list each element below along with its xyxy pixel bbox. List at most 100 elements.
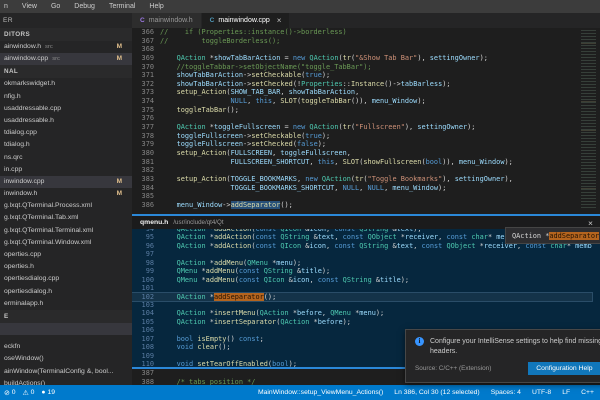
sidebar-item[interactable]: okmarkswidget.h <box>0 78 132 90</box>
explorer-sidebar[interactable]: ER DITORSainwindow.hsrcMainwindow.cppsrc… <box>0 13 132 386</box>
code-line-385[interactable]: 385 <box>132 192 579 201</box>
sidebar-item[interactable]: opertiesdialog.cpp <box>0 273 132 285</box>
sidebar-item[interactable]: g.lxqt.QTerminal.Terminal.xml <box>0 225 132 237</box>
code-line-99[interactable]: 99 QMenu *addMenu(const QString &title); <box>132 267 592 275</box>
sidebar-item[interactable]: g.lxqt.QTerminal.Window.xml <box>0 237 132 249</box>
code-line-371[interactable]: 371 showTabBarAction->setCheckable(true)… <box>132 71 579 80</box>
code-text: // toggleBorderless(); <box>160 37 579 46</box>
tab-mainwindow-h[interactable]: Cmainwindow.h <box>132 13 202 28</box>
status-warnings[interactable]: ⚠0 <box>22 389 34 397</box>
line-number: 372 <box>132 80 160 89</box>
status-errors[interactable]: ⊘0 <box>4 389 15 397</box>
code-line-370[interactable]: 370 //toggleTabbar->setObjectName("toggl… <box>132 63 579 72</box>
menu-item-terminal[interactable]: Terminal <box>109 3 135 10</box>
sidebar-item[interactable]: inwindow.cppM <box>0 176 132 188</box>
line-number: 108 <box>132 343 160 351</box>
code-text: //toggleTabbar->setObjectName("toggle_Ta… <box>160 63 579 72</box>
sidebar-item[interactable]: operties.cpp <box>0 249 132 261</box>
menu-item-n[interactable]: n <box>4 3 8 10</box>
peek-file-path: /usr/include/qt4/Qt <box>173 219 223 226</box>
code-line-102[interactable]: 102 QAction *addSeparator(); <box>132 293 592 301</box>
sidebar-item[interactable]: operties.h <box>0 261 132 273</box>
code-text: NULL, this, SLOT(toggleTabBar()), menu_W… <box>160 97 579 106</box>
code-line-381[interactable]: 381 FULLSCREEN_SHORTCUT, this, SLOT(show… <box>132 158 579 167</box>
sidebar-section-header[interactable]: DITORS <box>0 28 132 41</box>
status-right-item-4[interactable]: LF <box>562 389 570 396</box>
code-line-367[interactable]: 367// toggleBorderless(); <box>132 37 579 46</box>
line-number: 373 <box>132 88 160 97</box>
code-line-101[interactable]: 101 <box>132 284 592 292</box>
status-right-item-1[interactable]: Ln 386, Col 30 (12 selected) <box>394 389 479 396</box>
code-line-379[interactable]: 379 toggleFullscreen->setChecked(false); <box>132 140 579 149</box>
line-number: 106 <box>132 326 160 334</box>
status-right-item-0[interactable]: MainWindow::setup_ViewMenu_Actions() <box>258 389 383 396</box>
sidebar-item[interactable]: in.cpp <box>0 164 132 176</box>
code-line-98[interactable]: 98 QAction *addMenu(QMenu *menu); <box>132 259 592 267</box>
line-number: 380 <box>132 149 160 158</box>
code-line-105[interactable]: 105 QAction *insertSeparator(QAction *be… <box>132 318 592 326</box>
sidebar-section-header[interactable]: E <box>0 310 132 323</box>
sidebar-item[interactable] <box>0 323 132 335</box>
code-text <box>160 192 579 201</box>
notification-toast[interactable]: i Configure your IntelliSense settings t… <box>405 329 600 383</box>
sidebar-item[interactable]: usaddressable.cpp <box>0 103 132 115</box>
code-line-386[interactable]: 386 menu_Window->addSeparator(); <box>132 201 579 210</box>
menu-item-go[interactable]: Go <box>51 3 60 10</box>
sidebar-item-label: g.lxqt.QTerminal.Tab.xml <box>4 212 78 224</box>
code-text: setup_Action(FULLSCREEN, toggleFullscree… <box>160 149 579 158</box>
sidebar-item[interactable]: usaddressable.h <box>0 115 132 127</box>
line-number: 366 <box>132 28 160 37</box>
minimap[interactable] <box>579 28 600 214</box>
sidebar-item-label: g.lxqt.QTerminal.Window.xml <box>4 237 91 249</box>
notification-message: Configure your IntelliSense settings to … <box>430 337 600 357</box>
code-line-97[interactable]: 97 <box>132 250 592 258</box>
menu-item-debug[interactable]: Debug <box>74 3 95 10</box>
sidebar-item[interactable]: tdialog.h <box>0 139 132 151</box>
modified-badge: M <box>117 41 122 53</box>
code-line-376[interactable]: 376 <box>132 114 579 123</box>
code-line-104[interactable]: 104 QAction *insertMenu(QAction *before,… <box>132 309 592 317</box>
code-line-100[interactable]: 100 QMenu *addMenu(const QIcon &icon, co… <box>132 276 592 284</box>
sidebar-item[interactable]: ns.qrc <box>0 152 132 164</box>
sidebar-item[interactable]: nfig.h <box>0 91 132 103</box>
status-infos[interactable]: ●19 <box>41 389 55 396</box>
tab-mainwindow-cpp[interactable]: Cmainwindow.cpp× <box>202 13 291 28</box>
sidebar-item[interactable]: ainwindow.hsrcM <box>0 41 132 53</box>
code-line-372[interactable]: 372 showTabBarAction->setChecked(!Proper… <box>132 80 579 89</box>
code-line-378[interactable]: 378 toggleFullscreen->setCheckable(true)… <box>132 132 579 141</box>
code-line-366[interactable]: 366// if (Properties::instance()->border… <box>132 28 579 37</box>
menu-item-view[interactable]: View <box>22 3 37 10</box>
sidebar-item[interactable]: eckfn <box>0 341 132 353</box>
sidebar-item[interactable]: erminalapp.h <box>0 298 132 310</box>
status-right-item-2[interactable]: Spaces: 4 <box>491 389 521 396</box>
info-icon: i <box>415 337 424 346</box>
sidebar-item[interactable]: ainWindow(TerminalConfig &, bool... <box>0 366 132 378</box>
code-text: QAction *insertSeparator(QAction *before… <box>160 318 592 326</box>
code-line-374[interactable]: 374 NULL, this, SLOT(toggleTabBar()), me… <box>132 97 579 106</box>
menu-item-help[interactable]: Help <box>149 3 163 10</box>
code-line-103[interactable]: 103 <box>132 301 592 309</box>
sidebar-section-header[interactable]: NAL <box>0 65 132 78</box>
sidebar-item[interactable]: g.lxqt.QTerminal.Tab.xml <box>0 212 132 224</box>
c-file-icon: C <box>140 17 145 24</box>
sidebar-item[interactable]: oseWindow() <box>0 353 132 365</box>
notification-button-configuration-help[interactable]: Configuration Help <box>528 362 600 375</box>
code-line-384[interactable]: 384 TOGGLE_BOOKMARKS_SHORTCUT, NULL, NUL… <box>132 184 579 193</box>
sidebar-item-label: operties.cpp <box>4 249 41 261</box>
status-right-item-3[interactable]: UTF-8 <box>532 389 551 396</box>
sidebar-item[interactable]: tdialog.cpp <box>0 127 132 139</box>
close-icon[interactable]: × <box>277 16 282 25</box>
code-line-377[interactable]: 377 QAction *toggleFullscreen = new QAct… <box>132 123 579 132</box>
code-line-380[interactable]: 380 setup_Action(FULLSCREEN, toggleFulls… <box>132 149 579 158</box>
code-line-375[interactable]: 375 toggleTabBar(); <box>132 106 579 115</box>
code-line-368[interactable]: 368 <box>132 45 579 54</box>
status-right-item-5[interactable]: C++ <box>581 389 594 396</box>
sidebar-item[interactable]: inwindow.hM <box>0 188 132 200</box>
code-line-383[interactable]: 383 setup_Action(TOGGLE_BOOKMARKS, new Q… <box>132 175 579 184</box>
sidebar-item[interactable]: ainwindow.cppsrcM <box>0 53 132 65</box>
sidebar-item[interactable]: opertiesdialog.h <box>0 286 132 298</box>
sidebar-item[interactable]: g.lxqt.QTerminal.Process.xml <box>0 200 132 212</box>
code-line-382[interactable]: 382 <box>132 166 579 175</box>
code-line-369[interactable]: 369 QAction *showTabBarAction = new QAct… <box>132 54 579 63</box>
code-line-373[interactable]: 373 setup_Action(SHOW_TAB_BAR, showTabBa… <box>132 88 579 97</box>
